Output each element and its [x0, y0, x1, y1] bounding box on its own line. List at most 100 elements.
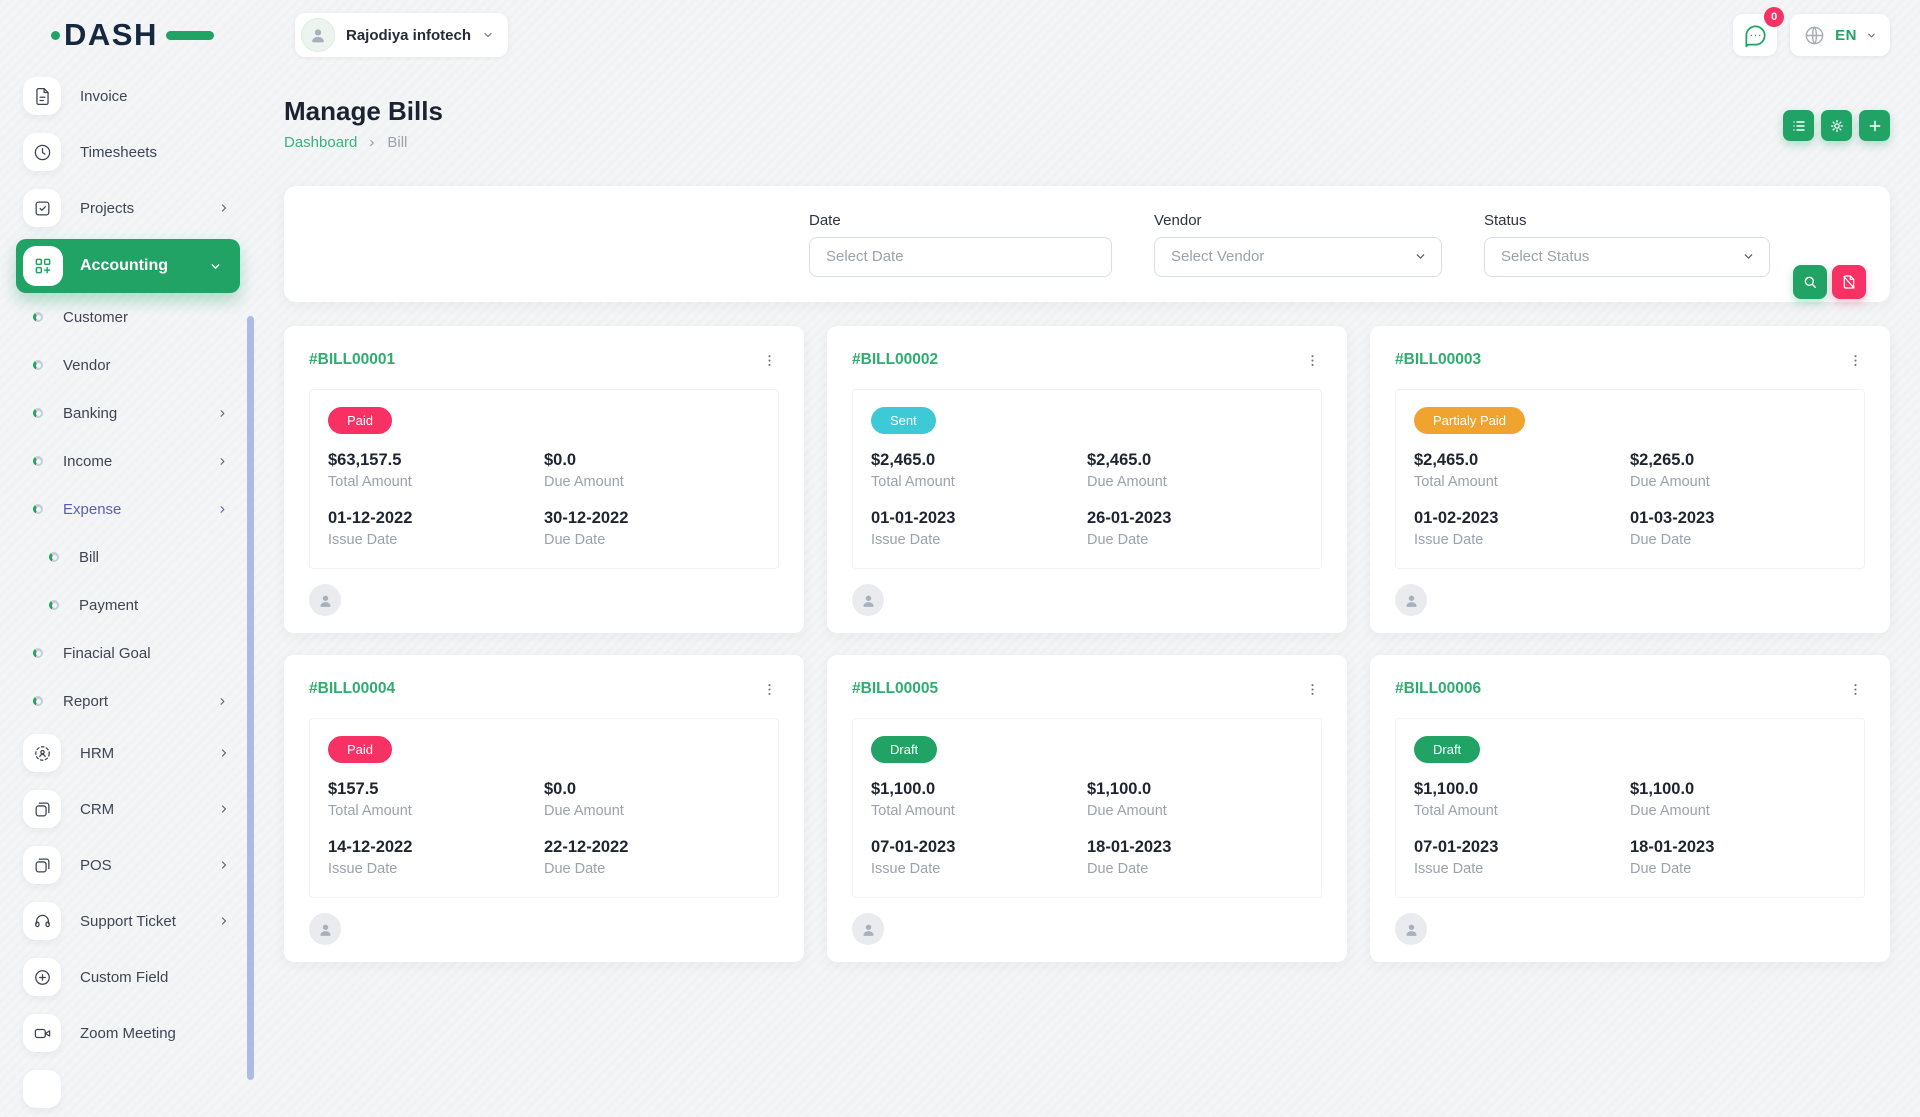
chevron-right-icon: [217, 408, 228, 419]
user-avatar-icon: [1402, 920, 1421, 939]
date-label: Date: [809, 212, 1112, 229]
kebab-menu-icon[interactable]: [759, 350, 779, 370]
status-badge: Draft: [1414, 736, 1480, 763]
chevron-right-icon: [218, 915, 230, 927]
filter-actions: [1793, 265, 1866, 302]
sidebar-item-crm[interactable]: CRM: [0, 781, 256, 837]
bill-id-link[interactable]: #BILL00006: [1395, 680, 1481, 698]
bill-details: Partialy Paid $2,465.0Total Amount $2,26…: [1395, 389, 1865, 569]
vendor-avatar: [852, 584, 884, 616]
due-amount-value: $1,100.0: [1087, 780, 1303, 799]
total-amount-value: $1,100.0: [1414, 780, 1630, 799]
sidebar-item-accounting[interactable]: Accounting: [16, 239, 240, 293]
due-amount-label: Due Amount: [1087, 474, 1303, 490]
total-amount-value: $63,157.5: [328, 451, 544, 470]
due-date-value: 01-03-2023: [1630, 509, 1846, 528]
clock-icon: [23, 133, 61, 171]
user-avatar-icon: [307, 24, 329, 46]
bill-id-link[interactable]: #BILL00003: [1395, 351, 1481, 369]
total-amount-value: $1,100.0: [871, 780, 1087, 799]
company-name: Rajodiya infotech: [346, 27, 471, 44]
due-date-label: Due Date: [544, 532, 760, 548]
sidebar-item-invoice[interactable]: Invoice: [0, 68, 256, 124]
status-badge: Sent: [871, 407, 936, 434]
bill-details: Paid $157.5Total Amount $0.0Due Amount 1…: [309, 718, 779, 898]
hrm-icon: [23, 734, 61, 772]
page-header: Manage Bills Dashboard Bill: [284, 98, 1890, 151]
vendor-filter: Vendor Select Vendor: [1154, 212, 1442, 277]
brand-logo[interactable]: DASH: [64, 14, 184, 56]
messages-button[interactable]: 0: [1733, 14, 1777, 56]
settings-button[interactable]: [1821, 110, 1852, 141]
total-amount-value: $157.5: [328, 780, 544, 799]
issue-date-label: Issue Date: [871, 861, 1087, 877]
kebab-menu-icon[interactable]: [1845, 679, 1865, 699]
kebab-menu-icon[interactable]: [759, 679, 779, 699]
bill-id-link[interactable]: #BILL00002: [852, 351, 938, 369]
issue-date-value: 14-12-2022: [328, 838, 544, 857]
sidebar-item-pos[interactable]: POS: [0, 837, 256, 893]
due-date-label: Due Date: [1630, 532, 1846, 548]
sidebar-scrollbar[interactable]: [247, 316, 254, 1080]
status-select[interactable]: Select Status: [1484, 237, 1770, 277]
bullet-icon: [49, 600, 59, 610]
total-amount-label: Total Amount: [1414, 803, 1630, 819]
sidebar-item-income[interactable]: Income: [0, 437, 256, 485]
breadcrumb-dashboard-link[interactable]: Dashboard: [284, 134, 357, 151]
sidebar-item-support-ticket[interactable]: Support Ticket: [0, 893, 256, 949]
due-date-label: Due Date: [1087, 532, 1303, 548]
app-root: DASH Invoice Timesheets Projects: [0, 0, 1920, 1080]
bill-card: #BILL00003 Partialy Paid $2,465.0Total A…: [1370, 326, 1890, 633]
reset-filter-button[interactable]: [1832, 265, 1866, 299]
issue-date-label: Issue Date: [1414, 532, 1630, 548]
sidebar-item-customer[interactable]: Customer: [0, 293, 256, 341]
sidebar-item-banking[interactable]: Banking: [0, 389, 256, 437]
status-badge: Draft: [871, 736, 937, 763]
breadcrumb: Dashboard Bill: [284, 134, 443, 151]
issue-date-value: 01-12-2022: [328, 509, 544, 528]
kebab-menu-icon[interactable]: [1845, 350, 1865, 370]
vendor-avatar: [1395, 584, 1427, 616]
bill-id-link[interactable]: #BILL00001: [309, 351, 395, 369]
company-selector[interactable]: Rajodiya infotech: [295, 13, 508, 57]
bill-id-link[interactable]: #BILL00004: [309, 680, 395, 698]
logo-dot-accent: [51, 31, 60, 40]
bill-id-link[interactable]: #BILL00005: [852, 680, 938, 698]
language-selector[interactable]: EN: [1790, 14, 1890, 56]
sidebar-item-vendor[interactable]: Vendor: [0, 341, 256, 389]
sidebar-item-zoom-meeting[interactable]: Zoom Meeting: [0, 1005, 256, 1061]
due-amount-label: Due Amount: [544, 474, 760, 490]
main-content: Rajodiya infotech 0 EN Manage Bills: [256, 0, 1920, 1080]
issue-date-value: 01-01-2023: [871, 509, 1087, 528]
bullet-icon: [33, 648, 43, 658]
due-date-value: 18-01-2023: [1087, 838, 1303, 857]
create-bill-button[interactable]: [1859, 110, 1890, 141]
vendor-select[interactable]: Select Vendor: [1154, 237, 1442, 277]
due-amount-value: $0.0: [544, 451, 760, 470]
sidebar-item-payment[interactable]: Payment: [0, 581, 256, 629]
sidebar-item-projects[interactable]: Projects: [0, 180, 256, 236]
due-date-value: 22-12-2022: [544, 838, 760, 857]
status-badge: Paid: [328, 736, 392, 763]
plus-icon: [1867, 118, 1883, 134]
bill-card: #BILL00006 Draft $1,100.0Total Amount $1…: [1370, 655, 1890, 962]
date-input[interactable]: [809, 237, 1112, 277]
sidebar-item-custom-field[interactable]: Custom Field: [0, 949, 256, 1005]
sidebar-item-report[interactable]: Report: [0, 677, 256, 725]
sidebar-item-hrm[interactable]: HRM: [0, 725, 256, 781]
sidebar-item-bill[interactable]: Bill: [0, 533, 256, 581]
bullet-icon: [33, 312, 43, 322]
sidebar-item-timesheets[interactable]: Timesheets: [0, 124, 256, 180]
apply-filter-button[interactable]: [1793, 265, 1827, 299]
sidebar-item-expense[interactable]: Expense: [0, 485, 256, 533]
kebab-menu-icon[interactable]: [1302, 350, 1322, 370]
bullet-icon: [49, 552, 59, 562]
gear-icon: [1829, 118, 1845, 134]
list-view-button[interactable]: [1783, 110, 1814, 141]
sidebar-item-partial[interactable]: [0, 1061, 256, 1117]
plus-circle-icon: [23, 958, 61, 996]
sidebar-item-finacial-goal[interactable]: Finacial Goal: [0, 629, 256, 677]
kebab-menu-icon[interactable]: [1302, 679, 1322, 699]
vendor-avatar: [1395, 913, 1427, 945]
filter-panel: Date Vendor Select Vendor Status Select …: [284, 186, 1890, 302]
